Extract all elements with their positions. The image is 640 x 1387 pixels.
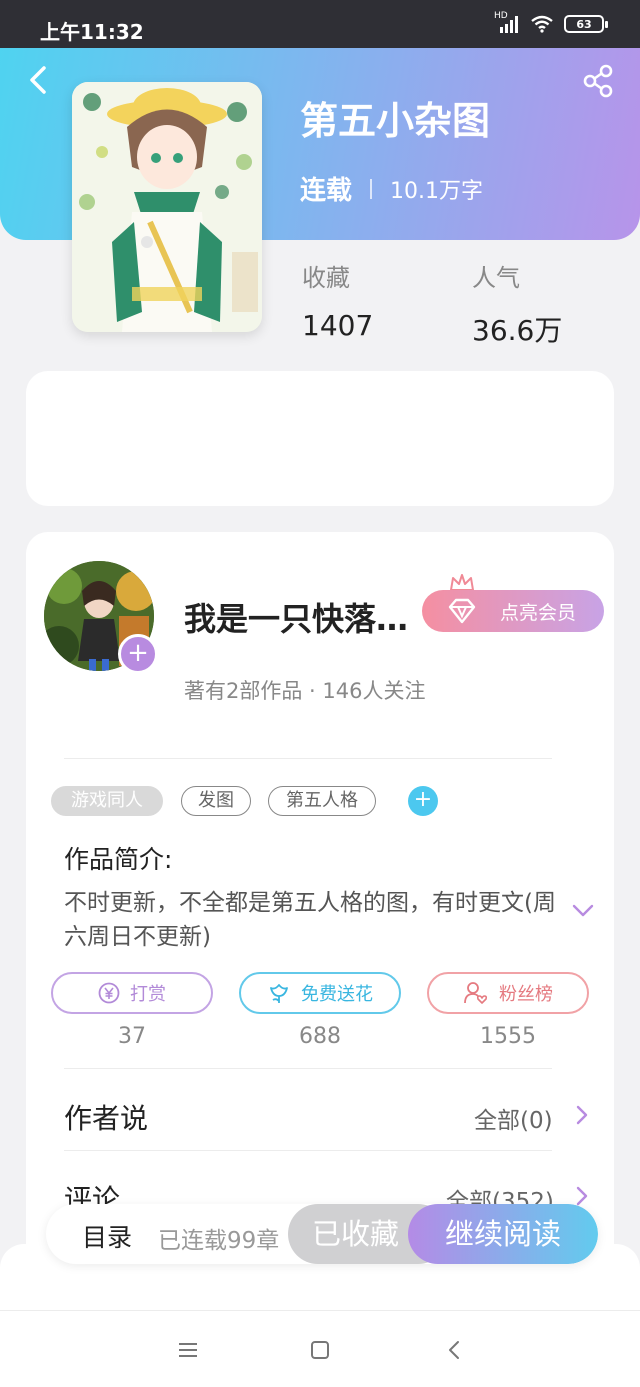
popularity-label: 人气	[472, 264, 520, 292]
intro-text: 不时更新，不全都是第五人格的图，有时更文(周六周日不更新)	[64, 890, 556, 950]
diamond-icon	[448, 598, 476, 624]
chevron-right-icon[interactable]	[576, 1105, 588, 1125]
favorites-stat: 收藏 1407	[302, 258, 373, 342]
tag-identity-v[interactable]: 第五人格	[268, 786, 376, 816]
divider	[64, 1150, 552, 1151]
divider	[64, 758, 552, 759]
book-cover-image[interactable]	[72, 82, 262, 332]
status-icons: HD 63	[494, 11, 608, 33]
flower-icon	[270, 984, 288, 1003]
intro-title: 作品简介:	[64, 845, 173, 874]
book-word-count: 10.1万字	[390, 178, 484, 204]
author-name[interactable]: 我是一只快落…	[184, 594, 408, 640]
reward-button[interactable]: 打赏	[51, 972, 213, 1014]
popularity-value: 36.6万	[472, 314, 563, 347]
signal-icon: HD	[494, 11, 520, 33]
back-icon[interactable]	[24, 64, 52, 96]
system-nav-bar	[0, 1310, 640, 1387]
crown-icon	[450, 574, 474, 591]
wifi-icon	[531, 15, 553, 33]
author-says-link[interactable]: 全部(0)	[474, 1101, 553, 1135]
reward-count: 37	[118, 1024, 146, 1049]
back-nav-icon[interactable]	[443, 1339, 465, 1361]
chevron-down-icon[interactable]	[572, 904, 594, 918]
home-icon[interactable]	[309, 1339, 331, 1361]
tag-game-fanfic[interactable]: 游戏同人	[51, 786, 163, 816]
popularity-stat: 人气 36.6万	[472, 258, 562, 349]
user-heart-icon	[464, 982, 488, 1004]
reading-action-bar: 目录 已连载99章 已收藏 继续阅读	[46, 1204, 598, 1264]
follow-author-button[interactable]: +	[118, 634, 158, 674]
send-flower-button[interactable]: 免费送花	[239, 972, 401, 1014]
book-status: 连载	[300, 176, 353, 206]
author-says-title[interactable]: 作者说	[64, 1097, 148, 1137]
vip-button-label: 点亮会员	[499, 601, 576, 624]
tag-post-image[interactable]: 发图	[181, 786, 251, 816]
fans-ranking-button[interactable]: 粉丝榜	[427, 972, 589, 1014]
fans-ranking-label: 粉丝榜	[499, 984, 553, 1005]
blank-card	[26, 371, 614, 506]
favorites-label: 收藏	[302, 264, 350, 292]
battery-icon: 63	[564, 15, 608, 33]
reward-label: 打赏	[130, 984, 166, 1005]
serial-progress: 已连载99章	[158, 1228, 280, 1254]
book-meta: 连载 10.1万字	[300, 170, 483, 207]
author-info: 著有2部作品 · 146人关注	[184, 679, 426, 703]
catalog-button[interactable]: 目录	[82, 1218, 132, 1254]
share-icon[interactable]	[582, 64, 614, 98]
meta-divider	[370, 178, 373, 199]
status-bar: 上午11:32 HD 63	[0, 0, 640, 48]
continue-reading-button[interactable]: 继续阅读	[408, 1204, 598, 1264]
chevron-right-icon[interactable]	[576, 1186, 588, 1206]
menu-icon[interactable]	[177, 1339, 199, 1361]
flower-count: 688	[299, 1024, 341, 1049]
add-tag-button[interactable]: +	[408, 786, 438, 816]
book-title: 第五小杂图	[300, 99, 491, 143]
status-time: 上午11:32	[40, 20, 144, 44]
yen-icon	[98, 982, 120, 1004]
favorites-value: 1407	[302, 309, 374, 342]
divider	[64, 1068, 552, 1069]
send-flower-label: 免费送花	[301, 984, 373, 1005]
fans-count: 1555	[480, 1024, 536, 1049]
